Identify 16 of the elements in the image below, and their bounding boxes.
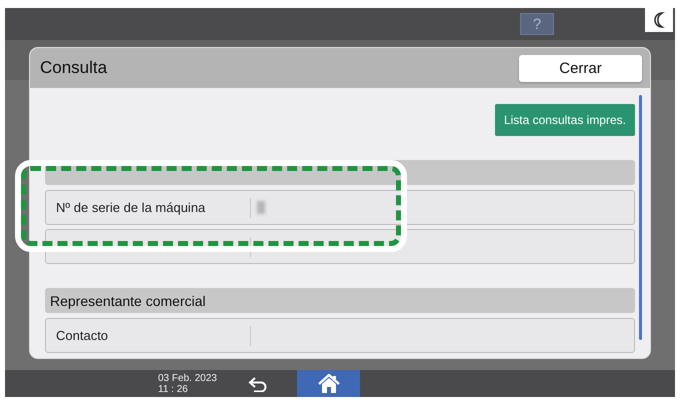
time-label: 11 : 26 — [158, 384, 189, 394]
print-list-button[interactable]: Lista consultas impres. — [494, 104, 635, 136]
home-button[interactable] — [297, 370, 360, 397]
back-arrow-icon — [248, 376, 268, 392]
row-label: Contacto — [46, 326, 251, 346]
section-header: Representante comercial — [45, 288, 635, 313]
scrollbar[interactable] — [639, 95, 642, 340]
help-button[interactable]: ? — [520, 13, 554, 35]
row-label: Nº de serie de la máquina — [46, 198, 251, 218]
date-label: 03 Feb. 2023 — [158, 372, 218, 384]
sleep-button[interactable] — [645, 8, 673, 32]
blurred-value — [257, 201, 265, 214]
dialog-title: Consulta — [40, 58, 108, 78]
home-icon — [318, 374, 340, 394]
close-button[interactable]: Cerrar — [519, 54, 642, 82]
moon-icon — [653, 12, 665, 28]
